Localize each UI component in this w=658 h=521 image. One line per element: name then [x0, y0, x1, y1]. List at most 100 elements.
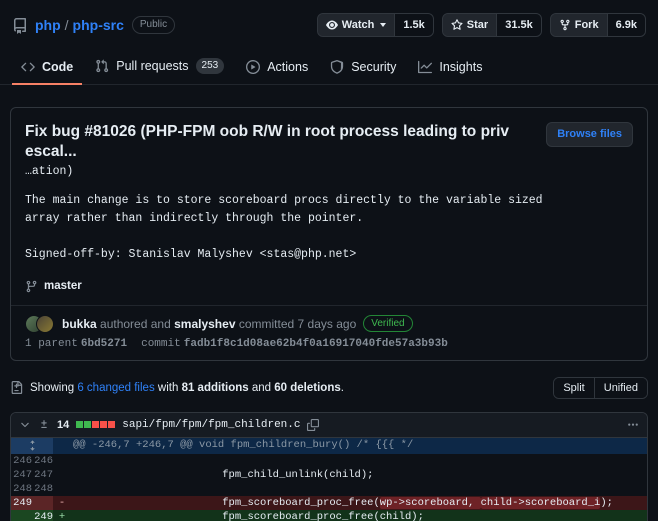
- repo-separator: /: [64, 17, 69, 33]
- expand-hunk-button[interactable]: [11, 437, 53, 454]
- diff-row-context: 246 246: [11, 454, 647, 468]
- unfold-icon[interactable]: [27, 439, 38, 451]
- hunk-marker: [53, 437, 71, 454]
- diff-file-menu[interactable]: [627, 419, 639, 431]
- diff-view-toggle: Split Unified: [553, 376, 648, 399]
- changed-files-link[interactable]: 6 changed files: [77, 382, 154, 394]
- tab-insights[interactable]: Insights: [409, 54, 491, 85]
- repo-nav: Code Pull requests 253 Actions Security …: [0, 51, 658, 85]
- diff-stat-square-del: [92, 421, 100, 429]
- eye-icon: [325, 20, 338, 30]
- diff-file-sapi-fpm-fpm-fpm-children-c: 14 sapi/fpm/fpm/fpm_children.c @@ -246,7…: [10, 411, 648, 521]
- repo-icon: [13, 18, 26, 34]
- diff-stat-icon: [41, 419, 47, 428]
- commit-hash-line: 1 parent 6bd5271 commit fadb1f8c1d08ae62…: [25, 338, 633, 350]
- tab-actions[interactable]: Actions: [237, 54, 317, 85]
- fork-button-group[interactable]: Fork 6.9k: [549, 13, 646, 37]
- tab-security-label: Security: [351, 60, 397, 74]
- files-changed-summary: Showing 6 changed files with 81 addition…: [10, 376, 648, 399]
- watch-count[interactable]: 1.5k: [394, 14, 433, 36]
- code-segment-removed-2: child->scoreboard_i: [480, 496, 601, 509]
- diff-hunk-header-text: @@ -246,7 +246,7 @@ void fpm_children_bu…: [71, 437, 647, 454]
- repo-name-link[interactable]: php-src: [73, 17, 124, 33]
- chevron-down-icon[interactable]: [19, 419, 31, 431]
- new-line-number: 246: [34, 454, 53, 467]
- diff-table: @@ -246,7 +246,7 @@ void fpm_children_bu…: [11, 437, 647, 521]
- with-text: with: [157, 381, 179, 394]
- commit-description: The main change is to store scoreboard p…: [25, 194, 543, 261]
- chevron-down-icon[interactable]: [380, 23, 387, 27]
- new-line-number: 247: [34, 468, 53, 481]
- commit-card: Fix bug #81026 (PHP-FPM oob R/W in root …: [10, 107, 648, 361]
- additions-count: 81 additions: [181, 381, 249, 394]
- verified-badge[interactable]: Verified: [363, 315, 413, 333]
- deletions-count: 60 deletions: [274, 381, 341, 394]
- diff-stat-square-add: [76, 421, 84, 429]
- diff-file-path[interactable]: sapi/fpm/fpm/fpm_children.c: [122, 419, 300, 431]
- commit-hash-value[interactable]: fadb1f8c1d08ae62b4f0a16917040fde57a3b93b: [184, 338, 448, 350]
- pull-request-icon: [96, 59, 109, 73]
- diff-stat-square-del: [100, 421, 108, 429]
- new-line-number: [32, 495, 53, 510]
- diff-marker: [53, 482, 71, 496]
- diff-code-addition: fpm_scoreboard_proc_free(child);: [71, 509, 647, 521]
- avatar[interactable]: [36, 314, 54, 333]
- star-count[interactable]: 31.5k: [496, 14, 541, 36]
- split-view-button[interactable]: Split: [554, 377, 594, 398]
- commit-title: Fix bug #81026 (PHP-FPM oob R/W in root …: [25, 123, 510, 161]
- file-diff-icon: [11, 381, 23, 395]
- diff-marker-addition: +: [53, 509, 71, 521]
- tab-insights-label: Insights: [439, 60, 483, 74]
- star-icon: [451, 19, 463, 30]
- repo-header: php / php-src Public Watch 1.5k Star 31.…: [0, 0, 658, 37]
- diff-stat-square-del: [108, 421, 116, 429]
- tab-security[interactable]: Security: [321, 54, 405, 85]
- fork-icon: [560, 19, 570, 31]
- commit-author-name[interactable]: bukka: [62, 317, 97, 331]
- browse-files-button[interactable]: Browse files: [546, 122, 633, 147]
- commit-committer-name[interactable]: smalyshev: [174, 317, 235, 331]
- copy-icon[interactable]: [307, 418, 320, 431]
- commit-hash-label: commit: [141, 337, 181, 350]
- tab-pull-requests-label: Pull requests: [116, 59, 189, 73]
- diff-code: [71, 454, 647, 468]
- code-segment-post: );: [600, 496, 613, 509]
- repo-header-actions: Watch 1.5k Star 31.5k Fork 6.9k: [316, 13, 646, 37]
- parent-label: 1 parent: [25, 337, 78, 350]
- repo-visibility-badge: Public: [131, 16, 176, 34]
- fork-count[interactable]: 6.9k: [606, 14, 645, 36]
- diff-change-count: 14: [57, 418, 70, 431]
- watch-button[interactable]: Watch: [317, 14, 395, 36]
- branch-icon: [26, 280, 37, 292]
- showing-text: Showing: [30, 381, 75, 394]
- watch-label: Watch: [341, 19, 375, 31]
- diff-code: fpm_child_unlink(child);: [71, 468, 374, 481]
- commit-title-continuation: …ation): [25, 165, 74, 179]
- star-button[interactable]: Star: [442, 14, 497, 36]
- fork-button[interactable]: Fork: [550, 14, 607, 36]
- diff-row-addition: 249 + fpm_scoreboard_proc_free(child);: [11, 509, 647, 521]
- actions-icon: [246, 60, 261, 74]
- period-text: .: [340, 381, 344, 394]
- star-button-group[interactable]: Star 31.5k: [441, 13, 542, 37]
- old-line-number: 246: [13, 454, 32, 467]
- tab-actions-label: Actions: [267, 60, 309, 74]
- diff-marker-deletion: -: [53, 495, 71, 510]
- tab-pull-requests[interactable]: Pull requests 253: [86, 52, 233, 85]
- commit-branch-row[interactable]: master: [11, 264, 647, 306]
- old-line-number: 247: [13, 468, 32, 481]
- unified-view-button[interactable]: Unified: [593, 377, 647, 398]
- avatar-group: [25, 314, 55, 333]
- code-segment-pre: fpm_scoreboard_proc_free(: [71, 496, 380, 509]
- tab-code[interactable]: Code: [12, 54, 83, 85]
- diff-marker: [53, 454, 71, 468]
- diff-code: [71, 482, 647, 496]
- commit-author-line: bukka authored and smalyshev committed 7…: [25, 314, 633, 333]
- fork-label: Fork: [574, 19, 599, 31]
- parent-hash[interactable]: 6bd5271: [81, 338, 127, 350]
- watch-button-group[interactable]: Watch 1.5k: [316, 13, 434, 37]
- diff-hunk-header-row[interactable]: @@ -246,7 +246,7 @@ void fpm_children_bu…: [11, 437, 647, 454]
- star-label: Star: [466, 19, 489, 31]
- repo-owner-link[interactable]: php: [35, 17, 61, 33]
- kebab-horizontal-icon[interactable]: [627, 419, 639, 431]
